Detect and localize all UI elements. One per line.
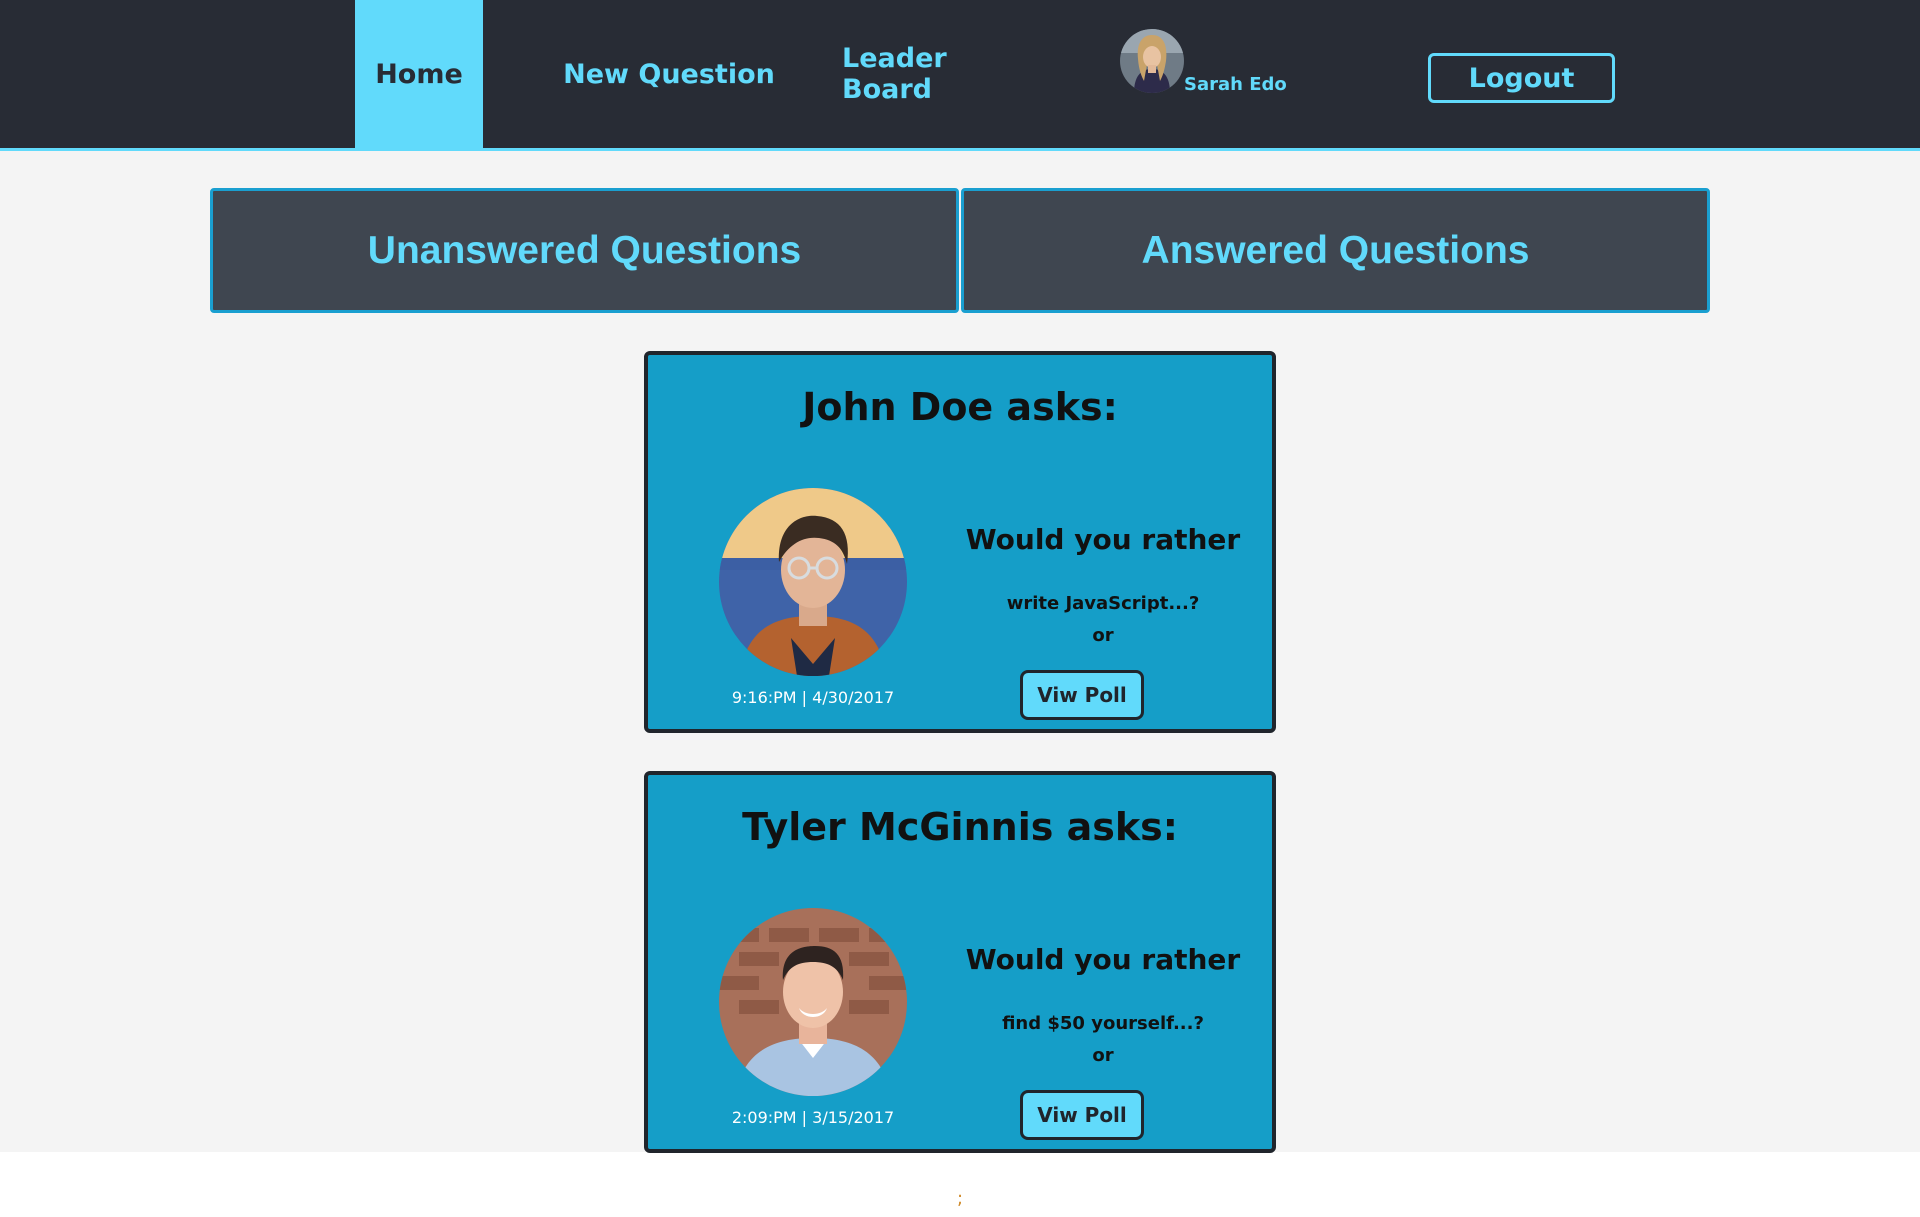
- or-label: or: [1092, 1045, 1114, 1066]
- author-avatar-icon: [719, 488, 907, 676]
- top-nav: Home New Question Leader Board Sarah Edo…: [0, 0, 1920, 151]
- app-root: Home New Question Leader Board Sarah Edo…: [0, 0, 1920, 1153]
- user-avatar-icon: [1120, 29, 1184, 93]
- author-avatar-icon: [719, 908, 907, 1096]
- nav-user-name: Sarah Edo: [1184, 74, 1287, 95]
- nav-user-profile: Sarah Edo: [1120, 23, 1287, 95]
- view-poll-button[interactable]: Viw Poll: [1020, 1090, 1144, 1140]
- option-preview-text: write JavaScript...?: [1006, 593, 1200, 614]
- question-timestamp: 2:09:PM | 3/15/2017: [731, 1108, 895, 1127]
- option-preview-text: find $50 yourself...?: [1002, 1013, 1204, 1034]
- would-you-rather-heading: Would you rather: [965, 943, 1241, 976]
- tab-unanswered-questions[interactable]: Unanswered Questions: [210, 188, 959, 313]
- question-author-title: John Doe asks:: [802, 385, 1118, 429]
- question-author-title: Tyler McGinnis asks:: [742, 805, 1178, 849]
- nav-leader-board-link[interactable]: Leader Board: [842, 0, 1038, 148]
- view-poll-button[interactable]: Viw Poll: [1020, 670, 1144, 720]
- tab-answered-questions[interactable]: Answered Questions: [961, 188, 1710, 313]
- logout-button[interactable]: Logout: [1428, 53, 1615, 103]
- footer-stray-text: ;: [956, 1188, 964, 1209]
- question-card: Tyler McGinnis asks: 2:09:PM | 3/15/2017…: [644, 771, 1276, 1153]
- would-you-rather-heading: Would you rather: [965, 523, 1241, 556]
- nav-new-question-link[interactable]: New Question: [560, 0, 778, 148]
- question-card: John Doe asks: 9:16:PM | 4/30/2017 Would…: [644, 351, 1276, 733]
- nav-home-link[interactable]: Home: [355, 0, 483, 148]
- question-timestamp: 9:16:PM | 4/30/2017: [731, 688, 895, 707]
- or-label: or: [1092, 625, 1114, 646]
